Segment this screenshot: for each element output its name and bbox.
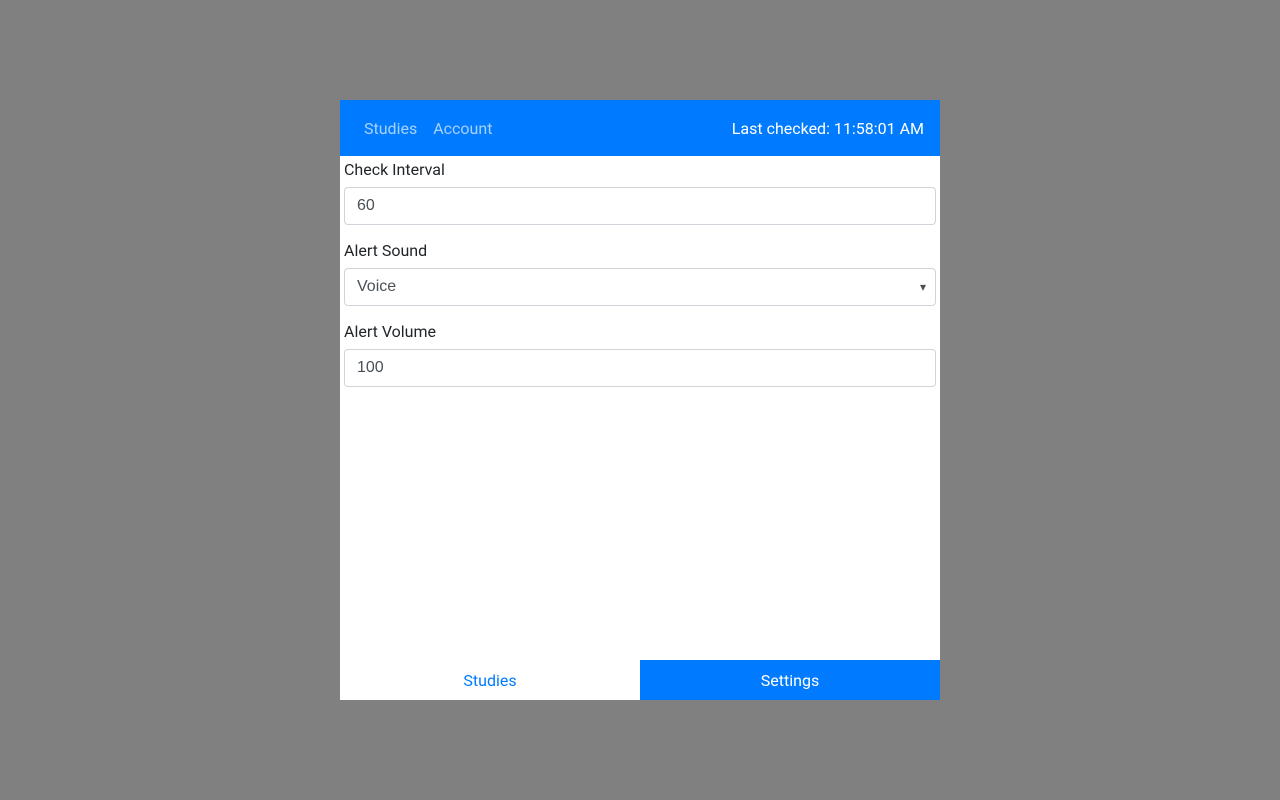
nav-link-studies[interactable]: Studies <box>364 119 417 138</box>
alert-volume-label: Alert Volume <box>344 322 936 341</box>
check-interval-input[interactable] <box>344 187 936 225</box>
check-interval-label: Check Interval <box>344 160 936 179</box>
check-interval-group: Check Interval <box>344 160 936 225</box>
alert-sound-group: Alert Sound Voice <box>344 241 936 306</box>
tab-settings[interactable]: Settings <box>640 660 940 700</box>
header: Studies Account Last checked: 11:58:01 A… <box>340 100 940 156</box>
alert-sound-label: Alert Sound <box>344 241 936 260</box>
last-checked-status: Last checked: 11:58:01 AM <box>732 119 924 138</box>
app-window: Studies Account Last checked: 11:58:01 A… <box>340 100 940 700</box>
tab-studies[interactable]: Studies <box>340 660 640 700</box>
settings-content: Check Interval Alert Sound Voice Alert V… <box>340 156 940 660</box>
alert-volume-group: Alert Volume <box>344 322 936 387</box>
alert-sound-select-wrapper: Voice <box>344 268 936 306</box>
alert-sound-select[interactable]: Voice <box>344 268 936 306</box>
alert-volume-input[interactable] <box>344 349 936 387</box>
bottom-tabs: Studies Settings <box>340 660 940 700</box>
nav-link-account[interactable]: Account <box>433 119 492 138</box>
header-nav: Studies Account <box>356 119 492 138</box>
